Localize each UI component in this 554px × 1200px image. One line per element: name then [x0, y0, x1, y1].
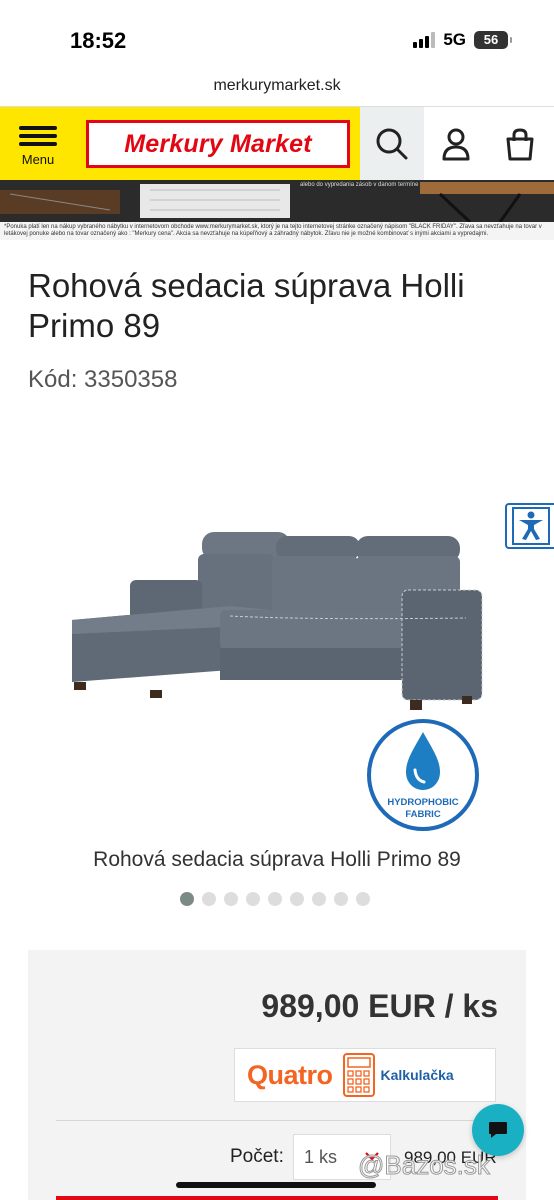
quatro-label: Kalkulačka: [380, 1067, 454, 1083]
carousel-dot[interactable]: [246, 892, 260, 906]
user-icon: [442, 128, 470, 161]
carousel-dot[interactable]: [180, 892, 194, 906]
signal-icon: [413, 32, 436, 48]
product-price: 989,00 EUR / ks: [261, 988, 498, 1024]
home-indicator: [176, 1182, 376, 1188]
quantity-value: 1 ks: [304, 1146, 338, 1167]
site-logo[interactable]: Merkury Market: [76, 107, 360, 181]
quatro-brand: Quatro: [247, 1059, 333, 1090]
search-button[interactable]: [360, 107, 424, 181]
carousel-dot[interactable]: [334, 892, 348, 906]
add-to-cart-strip[interactable]: [56, 1196, 498, 1200]
logo-text: Merkury Market: [124, 129, 312, 158]
quatro-calculator-button[interactable]: Quatro Kalkulačka: [234, 1048, 496, 1102]
site-header: Menu Merkury Market: [0, 106, 554, 181]
carousel-dot[interactable]: [224, 892, 238, 906]
hydrophobic-badge: HYDROPHOBIC FABRIC: [367, 719, 479, 831]
battery-icon: 56: [474, 31, 512, 49]
carousel-dot[interactable]: [268, 892, 282, 906]
cart-button[interactable]: [488, 107, 552, 181]
product-code: Kód: 3350358: [28, 366, 178, 393]
search-icon: [376, 128, 408, 160]
promo-banner-art: [0, 180, 554, 222]
badge-line2: FABRIC: [405, 809, 441, 820]
browser-url[interactable]: merkurymarket.sk: [0, 72, 554, 106]
quantity-label: Počet:: [230, 1146, 284, 1167]
chat-icon: [489, 1122, 507, 1138]
image-carousel-dots[interactable]: [180, 892, 370, 906]
watermark: @Bazos.sk: [358, 1150, 491, 1181]
promo-banner[interactable]: alebo do vypredania zásob v danom termín…: [0, 180, 554, 222]
carousel-dot[interactable]: [312, 892, 326, 906]
promo-banner-text: alebo do vypredania zásob v danom termín…: [300, 182, 419, 188]
chat-button[interactable]: [472, 1104, 524, 1156]
promo-disclaimer: *Ponuka platí len na nákup vybraného náb…: [0, 222, 554, 240]
network-type: 5G: [443, 30, 466, 49]
status-indicators: 5G 56: [413, 30, 512, 50]
cart-icon: [506, 128, 534, 161]
product-title: Rohová sedacia súprava Holli Primo 89: [28, 267, 465, 344]
menu-label: Menu: [21, 151, 55, 167]
accessibility-icon: [511, 507, 550, 545]
account-button[interactable]: [424, 107, 488, 181]
badge-line1: HYDROPHOBIC: [387, 797, 458, 808]
image-caption: Rohová sedacia súprava Holli Primo 89: [93, 848, 461, 871]
carousel-dot[interactable]: [290, 892, 304, 906]
logo-box: Merkury Market: [86, 120, 350, 168]
hamburger-icon: [19, 122, 57, 150]
calculator-icon: [342, 1053, 375, 1097]
carousel-dot[interactable]: [202, 892, 216, 906]
product-image[interactable]: [60, 520, 500, 720]
divider: [56, 1120, 498, 1121]
status-time: 18:52: [70, 28, 127, 53]
status-bar: 18:52 5G 56: [0, 0, 554, 72]
carousel-dot[interactable]: [356, 892, 370, 906]
accessibility-button[interactable]: [505, 503, 554, 549]
menu-button[interactable]: Menu: [0, 107, 76, 181]
